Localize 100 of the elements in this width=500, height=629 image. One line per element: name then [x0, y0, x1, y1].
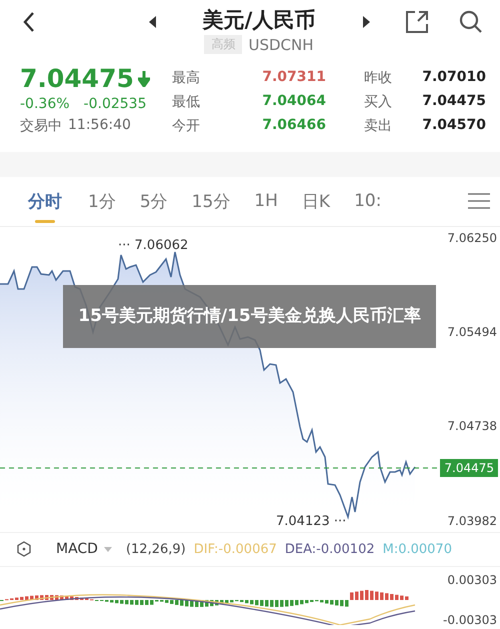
- histogram-bar: [130, 600, 134, 605]
- period-tab[interactable]: 15分: [180, 176, 242, 226]
- histogram-bar: [210, 600, 214, 606]
- high-marker: ··· 7.06062: [118, 238, 188, 253]
- histogram-bar: [135, 600, 138, 605]
- stat-value: 7.04064: [261, 92, 327, 111]
- histogram-bar: [180, 600, 184, 606]
- histogram-bar: [55, 595, 58, 600]
- histogram-bar: [395, 594, 398, 600]
- period-tab[interactable]: 10:: [342, 176, 394, 226]
- histogram-bar: [30, 596, 34, 600]
- histogram-bar: [290, 600, 294, 606]
- histogram-bar: [380, 592, 384, 600]
- stat-label: 卖出: [363, 116, 394, 135]
- macd-reading: M:0.00070: [382, 542, 452, 557]
- period-tab[interactable]: 日K: [290, 176, 342, 226]
- stat-value: 7.06466: [261, 116, 327, 135]
- histogram-bar: [355, 592, 358, 600]
- histogram-bar: [265, 600, 268, 607]
- histogram-bar: [255, 600, 258, 606]
- histogram-bar: [335, 600, 338, 606]
- histogram-bar: [175, 600, 178, 605]
- histogram-bar: [295, 600, 298, 606]
- hexagon-icon[interactable]: [16, 541, 32, 558]
- histogram-bar: [120, 600, 124, 604]
- period-tab[interactable]: 5分: [128, 176, 180, 226]
- histogram-bar: [20, 596, 24, 600]
- current-price-label: 7.04475: [440, 458, 498, 477]
- histogram-bar: [40, 595, 44, 600]
- histogram-bar: [275, 600, 278, 607]
- stat-label: 买入: [363, 92, 394, 111]
- histogram-bar: [225, 600, 228, 604]
- axis-label: 7.05494: [447, 325, 497, 339]
- histogram-bar: [25, 596, 28, 600]
- period-tab[interactable]: 1分: [76, 176, 128, 226]
- quote-time: 11:56:40: [68, 116, 131, 135]
- histogram-bar: [370, 590, 374, 600]
- pair-title: 美元/人民币: [202, 7, 316, 34]
- histogram-bar: [170, 600, 174, 604]
- stat-label: 今开: [172, 116, 202, 135]
- histogram-bar: [385, 593, 388, 600]
- histogram-bar: [340, 600, 344, 606]
- histogram-bar: [125, 600, 128, 604]
- histogram-bar: [260, 600, 264, 606]
- trading-status: 交易中: [20, 116, 62, 135]
- axis-label: 7.04738: [447, 419, 497, 434]
- stat-value: 7.04570: [422, 116, 486, 135]
- histogram-bar: [250, 600, 254, 604]
- histogram-bar: [245, 600, 248, 604]
- histogram-bar: [400, 596, 404, 600]
- axis-label: 7.03982: [447, 514, 497, 528]
- histogram-bar: [230, 600, 234, 602]
- histogram-bar: [190, 600, 194, 607]
- histogram-bar: [350, 592, 354, 600]
- histogram-bar: [35, 595, 38, 600]
- price-value: 7.04475: [20, 62, 134, 95]
- histogram-bar: [110, 600, 114, 602]
- histogram-bar: [185, 600, 188, 606]
- period-tab[interactable]: 分时: [14, 176, 76, 226]
- axis-label: 7.06250: [447, 230, 497, 245]
- histogram-bar: [240, 600, 244, 602]
- histogram-bar: [45, 595, 48, 600]
- histogram-bar: [75, 597, 78, 600]
- histogram-bar: [115, 600, 118, 604]
- histogram-bar: [165, 600, 168, 603]
- histogram-bar: [140, 600, 144, 605]
- change-percent: -0.36%: [20, 96, 70, 112]
- article-title: 15号美元期货行情/15号美金兑换人民币汇率: [63, 284, 436, 348]
- histogram-bar: [145, 600, 148, 605]
- macd-reading: DIF:-0.00067: [194, 542, 277, 557]
- histogram-bar: [325, 600, 328, 604]
- histogram-bar: [15, 598, 18, 600]
- stat-value: 7.04475: [422, 92, 486, 111]
- stat-label: 最低: [172, 92, 202, 111]
- change-value: -0.02535: [84, 96, 146, 112]
- histogram-bar: [50, 595, 54, 600]
- histogram-bar: [330, 600, 334, 605]
- stat-value: 7.07311: [261, 68, 327, 87]
- histogram-bar: [60, 595, 64, 600]
- histogram-bar: [65, 596, 68, 600]
- caret-icon: [104, 546, 112, 552]
- histogram-bar: [390, 594, 394, 600]
- histogram-bar: [70, 596, 74, 600]
- axis-label: 0.00303: [447, 573, 497, 587]
- histogram-bar: [375, 592, 378, 600]
- histogram-bar: [195, 600, 198, 607]
- low-marker: 7.04123 ···: [276, 514, 346, 529]
- histogram-bar: [270, 600, 274, 607]
- arrow-down-icon: [138, 70, 150, 87]
- stat-label: 最高: [172, 68, 202, 87]
- period-tab[interactable]: 1H: [242, 176, 290, 226]
- histogram-bar: [215, 600, 218, 606]
- histogram-bar: [300, 600, 304, 604]
- histogram-bar: [280, 600, 284, 607]
- histogram-bar: [220, 600, 224, 604]
- histogram-bar: [365, 590, 368, 600]
- indicator-dropdown[interactable]: MACD: [40, 541, 118, 558]
- macd-params: (12,26,9): [126, 542, 186, 557]
- histogram-bar: [200, 600, 204, 607]
- histogram-bar: [360, 590, 364, 600]
